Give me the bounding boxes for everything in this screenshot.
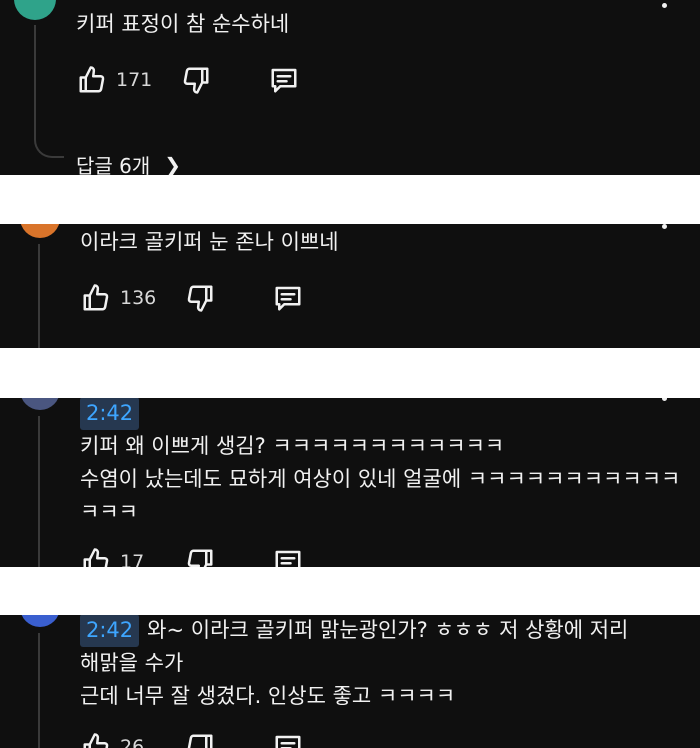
comment-line: 근데 너무 잘 생겼다. 인상도 좋고 ㅋㅋㅋㅋ <box>80 684 456 708</box>
like-count: 17 <box>120 551 145 567</box>
thumbs-down-icon[interactable] <box>184 731 216 748</box>
avatar[interactable] <box>14 0 56 20</box>
reply-icon[interactable] <box>272 546 304 567</box>
comment-panel-1: 키퍼 표정이 참 순수하네 171 답글 6개 ❯ <box>0 0 700 175</box>
like-count: 26 <box>120 736 145 748</box>
thumbs-down-icon[interactable] <box>184 546 216 567</box>
comment-panel-2: 이라크 골키퍼 눈 존나 이쁘네 136 <box>0 224 700 348</box>
replies-label: 답글 6개 <box>76 154 151 175</box>
comment-actions: 17 <box>80 542 304 567</box>
reply-icon[interactable] <box>268 64 300 96</box>
replies-button[interactable]: 답글 6개 ❯ <box>76 150 182 176</box>
like-count: 171 <box>116 69 153 91</box>
comment-actions: 171 <box>76 60 300 100</box>
comment-line: 이라크 골키퍼 눈 존나 이쁘네 <box>80 230 339 254</box>
comment-text: 키퍼 표정이 참 순수하네 <box>76 8 289 41</box>
comment-line: ㅋㅋㅋ <box>80 500 138 524</box>
thread-line <box>38 633 40 748</box>
avatar[interactable] <box>20 615 60 627</box>
thread-line <box>38 416 40 567</box>
comment-line: 키퍼 표정이 참 순수하네 <box>76 12 290 36</box>
avatar[interactable] <box>20 224 60 238</box>
timestamp-link[interactable]: 2:42 <box>80 615 140 647</box>
thumbs-down-icon[interactable] <box>180 64 212 96</box>
comment-line: 2:42 와~ 이라크 골키퍼 맑눈광인가? ㅎㅎㅎ 저 상황에 저리 <box>80 615 628 647</box>
like-count: 136 <box>120 287 157 309</box>
thumbs-up-icon[interactable] <box>80 282 112 314</box>
comment-actions: 26 <box>80 727 304 748</box>
comment-first-line: 와~ 이라크 골키퍼 맑눈광인가? ㅎㅎㅎ 저 상황에 저리 <box>147 618 629 642</box>
thread-curve <box>34 120 64 158</box>
separator <box>0 348 700 398</box>
comment-panel-3: 2:42 키퍼 왜 이쁘게 생김? ㅋㅋㅋㅋㅋㅋㅋㅋㅋㅋㅋㅋ 수염이 났는데도 … <box>0 398 700 567</box>
comment-line: 해맑을 수가 <box>80 651 184 675</box>
chevron-right-icon: ❯ <box>164 152 182 176</box>
more-vert-icon[interactable] <box>662 224 668 233</box>
separator <box>0 567 700 615</box>
thumbs-up-icon[interactable] <box>76 64 108 96</box>
separator <box>0 175 700 224</box>
reply-icon[interactable] <box>272 731 304 748</box>
comment-line: 수염이 났는데도 묘하게 여상이 있네 얼굴에 ㅋㅋㅋㅋㅋㅋㅋㅋㅋㅋㅋ <box>80 467 681 491</box>
thread-line <box>38 244 40 348</box>
thumbs-up-icon[interactable] <box>80 546 112 567</box>
reply-icon[interactable] <box>272 282 304 314</box>
comment-actions: 136 <box>80 278 304 318</box>
comment-text: 이라크 골키퍼 눈 존나 이쁘네 <box>80 226 339 259</box>
comment-line: 키퍼 왜 이쁘게 생김? ㅋㅋㅋㅋㅋㅋㅋㅋㅋㅋㅋㅋ <box>80 434 505 458</box>
comment-line: 2:42 <box>80 398 680 430</box>
comment-text: 2:42 와~ 이라크 골키퍼 맑눈광인가? ㅎㅎㅎ 저 상황에 저리 해맑을 수… <box>80 615 628 713</box>
timestamp-link[interactable]: 2:42 <box>80 398 140 430</box>
more-vert-icon[interactable] <box>662 0 668 12</box>
comment-panel-4: 2:42 와~ 이라크 골키퍼 맑눈광인가? ㅎㅎㅎ 저 상황에 저리 해맑을 수… <box>0 615 700 748</box>
thumbs-down-icon[interactable] <box>184 282 216 314</box>
thumbs-up-icon[interactable] <box>80 731 112 748</box>
comment-text: 2:42 키퍼 왜 이쁘게 생김? ㅋㅋㅋㅋㅋㅋㅋㅋㅋㅋㅋㅋ 수염이 났는데도 … <box>80 398 680 529</box>
avatar[interactable] <box>20 398 60 410</box>
